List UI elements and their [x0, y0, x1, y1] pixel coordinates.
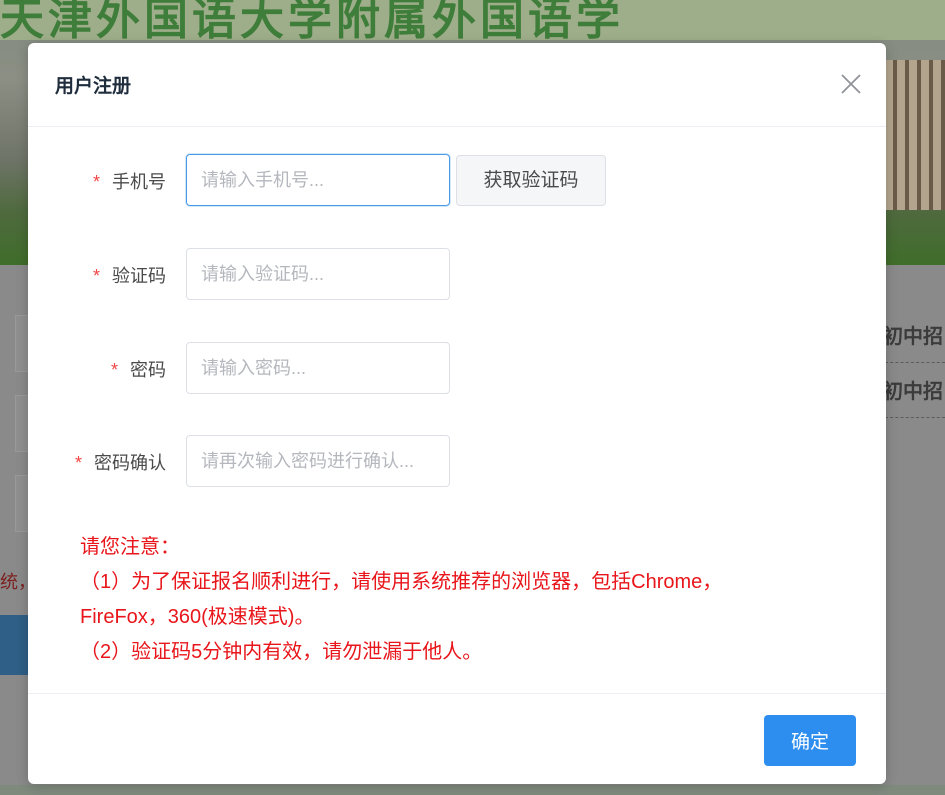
- register-dialog: 用户注册 * 手机号 获取验证码 * 验证码 * 密码 * 密码确认 请您注意： （1）…: [28, 43, 886, 784]
- notice-block: 请您注意： （1）为了保证报名顺利进行，请使用系统推荐的浏览器，包括Chrome…: [80, 530, 840, 670]
- required-mark: *: [74, 453, 82, 473]
- dialog-title: 用户注册: [55, 76, 132, 97]
- banner-title: 天津外国语大学附属外国语学: [0, 0, 945, 40]
- notice-line: （1）为了保证报名顺利进行，请使用系统推荐的浏览器，包括Chrome，: [80, 571, 723, 593]
- password-label: * 密码: [111, 356, 166, 382]
- notice-line: FireFox，360(极速模式)。: [80, 606, 315, 628]
- dialog-footer: 确定: [28, 693, 886, 785]
- required-mark: *: [110, 360, 118, 380]
- notice-line: （2）验证码5分钟内有效，请勿泄漏于他人。: [80, 641, 483, 663]
- confirm-password-label: * 密码确认: [75, 449, 166, 475]
- background-box: [15, 315, 29, 372]
- divider: [885, 362, 945, 363]
- code-input[interactable]: [186, 248, 450, 300]
- building-image: [885, 60, 945, 210]
- phone-input[interactable]: [186, 154, 450, 206]
- form-row-confirm-password: * 密码确认: [28, 435, 886, 487]
- code-label-text: 验证码: [112, 266, 166, 286]
- required-mark: *: [92, 266, 100, 286]
- notice-title: 请您注意：: [80, 536, 180, 558]
- confirm-button[interactable]: 确定: [764, 715, 856, 766]
- form-row-password: * 密码: [28, 342, 886, 394]
- close-icon[interactable]: [840, 73, 862, 95]
- background-button: [0, 615, 28, 675]
- dialog-header: 用户注册: [28, 43, 886, 127]
- password-label-text: 密码: [130, 360, 166, 380]
- form-row-phone: * 手机号 获取验证码: [28, 154, 886, 206]
- form-row-code: * 验证码: [28, 248, 886, 300]
- phone-label: * 手机号: [93, 168, 166, 194]
- background-bottom-bar: [0, 785, 945, 795]
- background-link: 初中招: [883, 381, 943, 403]
- confirm-password-label-text: 密码确认: [94, 453, 166, 473]
- confirm-password-input[interactable]: [186, 435, 450, 487]
- background-box: [15, 395, 29, 452]
- background-box: [15, 475, 29, 532]
- get-code-button[interactable]: 获取验证码: [456, 155, 606, 206]
- phone-label-text: 手机号: [112, 172, 166, 192]
- background-link: 初中招: [883, 326, 943, 348]
- code-label: * 验证码: [93, 262, 166, 288]
- password-input[interactable]: [186, 342, 450, 394]
- divider: [885, 417, 945, 418]
- required-mark: *: [92, 172, 100, 192]
